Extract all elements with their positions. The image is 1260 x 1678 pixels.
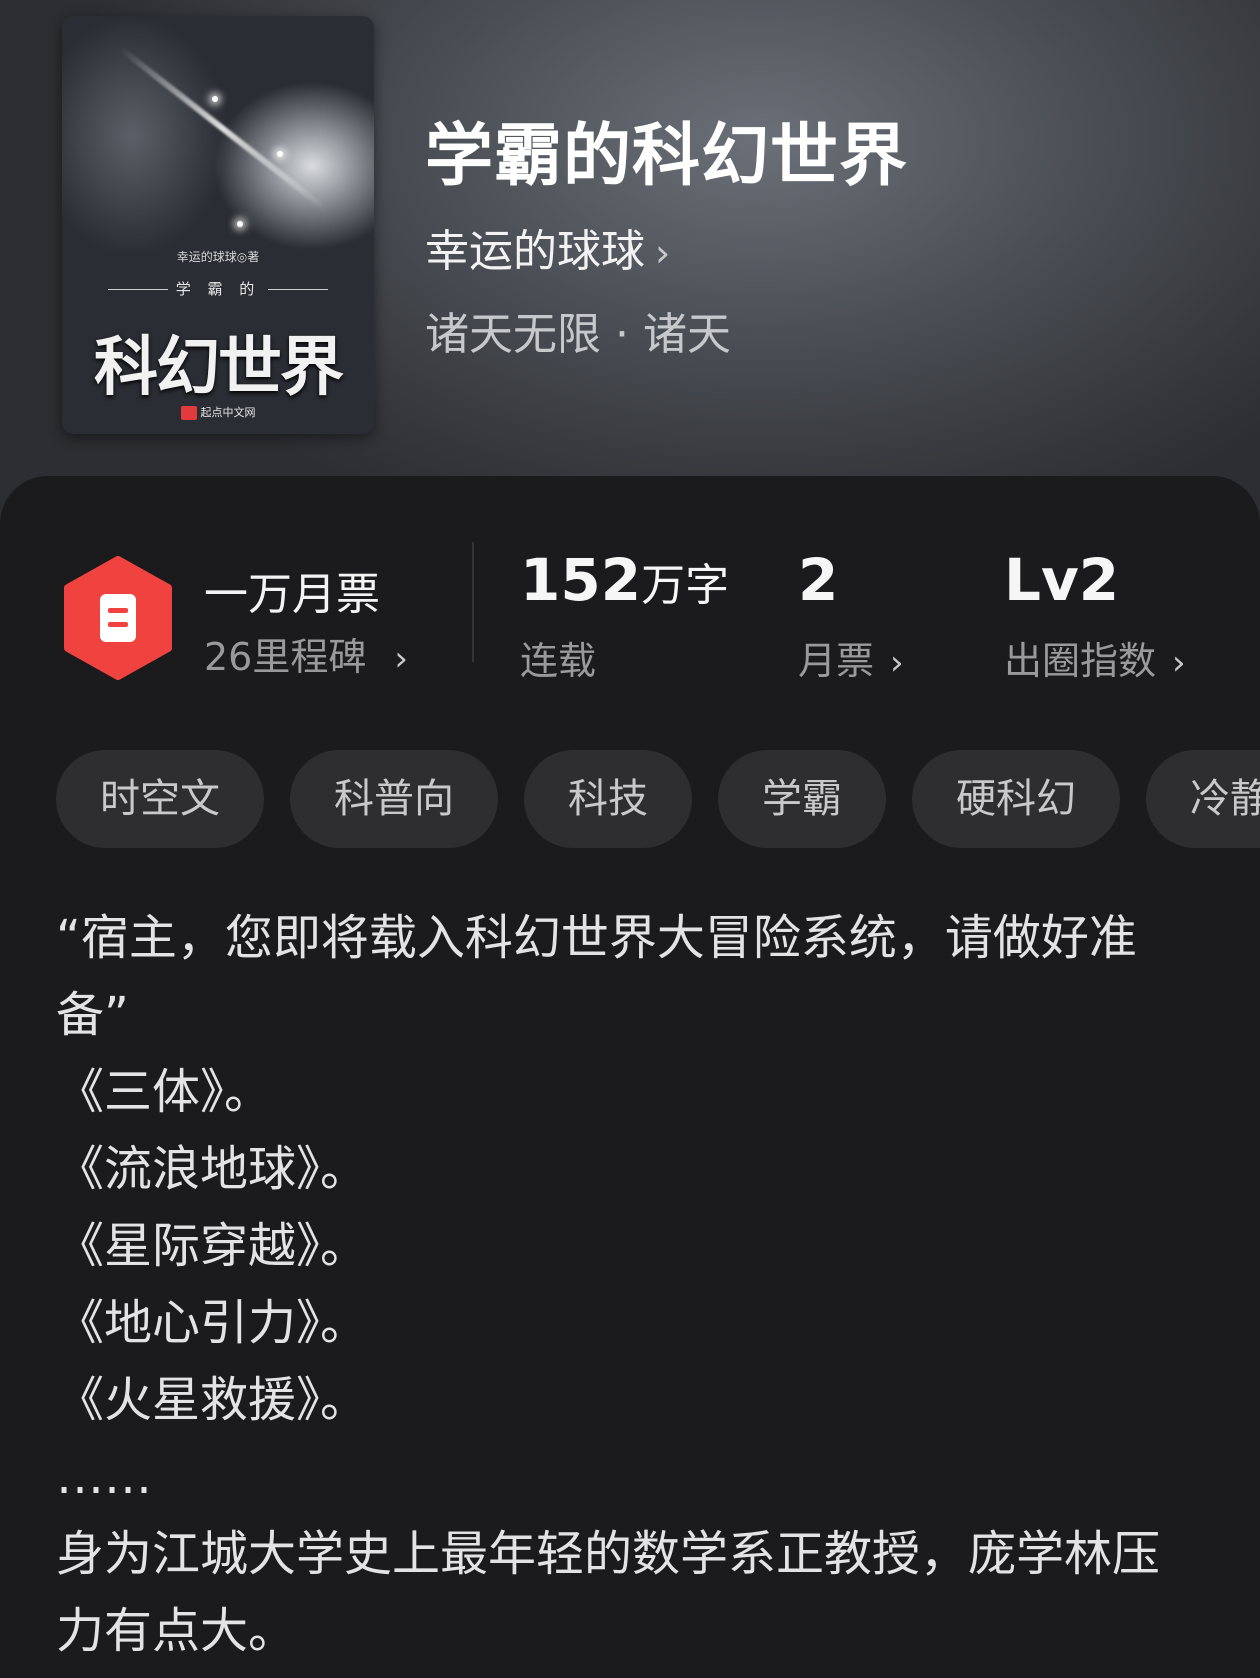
honor-sub-text: 26里程碑: [204, 635, 367, 679]
synopsis[interactable]: “宿主，您即将载入科幻世界大冒险系统，请做好准备” 《三体》。 《流浪地球》。 …: [56, 900, 1206, 1670]
synopsis-line: 《地心引力》。: [56, 1295, 369, 1351]
cover-star: [277, 151, 283, 157]
word-count-value: 152: [520, 546, 642, 614]
word-count-unit: 万字: [641, 560, 730, 611]
genre-separator: ·: [615, 309, 629, 360]
honor-title[interactable]: 一万月票: [204, 558, 380, 622]
cover-star: [237, 221, 243, 227]
tag-chip[interactable]: 硬科幻: [912, 750, 1120, 848]
cover-light-beam: [118, 46, 327, 211]
synopsis-line: 《三体》。: [56, 1064, 273, 1120]
stat-divider: [472, 542, 474, 662]
genre-subcategory: 诸天: [643, 309, 731, 360]
monthly-ticket-count: 2: [798, 546, 839, 614]
synopsis-line: 身为江城大学史上最年轻的数学系正教授，庞学林压力有点大。: [56, 1526, 1161, 1659]
book-cover[interactable]: 幸运的球球◎著 学 霸 的 科幻世界 起点中文网: [62, 16, 374, 434]
chevron-right-icon: ›: [1172, 643, 1186, 683]
book-title: 学霸的科幻世界: [425, 116, 909, 196]
synopsis-line: ……: [56, 1449, 152, 1505]
tag-chip[interactable]: 冷静: [1146, 750, 1260, 848]
monthly-ticket-link[interactable]: 月票 ›: [798, 630, 904, 685]
tag-chip[interactable]: 时空文: [56, 750, 264, 848]
chevron-right-icon: ›: [655, 231, 671, 275]
tag-list: 时空文 科普向 科技 学霸 硬科幻 冷静: [56, 750, 1260, 848]
synopsis-line: 《火星救援》。: [56, 1372, 369, 1428]
synopsis-line: 《星际穿越》。: [56, 1218, 369, 1274]
cover-publisher: 起点中文网: [62, 404, 374, 420]
tag-chip[interactable]: 学霸: [718, 750, 886, 848]
synopsis-line: 《流浪地球》。: [56, 1141, 369, 1197]
cover-star: [212, 96, 218, 102]
cover-title: 科幻世界: [94, 330, 344, 405]
word-count: 152万字: [520, 546, 729, 614]
popularity-label: 出圈指数: [1004, 639, 1157, 683]
tag-chip[interactable]: 科普向: [290, 750, 498, 848]
ticket-badge-icon[interactable]: [62, 556, 174, 680]
serial-status: 连载: [520, 639, 597, 683]
publisher-name: 起点中文网: [200, 406, 256, 419]
genre-category: 诸天无限: [425, 309, 601, 360]
author-name: 幸运的球球: [425, 226, 645, 277]
tag-chip[interactable]: 科技: [524, 750, 692, 848]
cover-author: 幸运的球球◎著: [176, 250, 260, 264]
synopsis-line: “宿主，您即将载入科幻世界大冒险系统，请做好准备”: [56, 910, 1137, 1043]
cover-subtitle: 学 霸 的: [62, 278, 374, 299]
popularity-level: Lv2: [1004, 546, 1120, 614]
chevron-right-icon: ›: [394, 639, 408, 679]
honor-milestone[interactable]: 26里程碑 ›: [204, 626, 408, 681]
monthly-ticket-label: 月票: [798, 639, 875, 683]
popularity-link[interactable]: 出圈指数 ›: [1004, 630, 1186, 685]
chevron-right-icon: ›: [890, 643, 904, 683]
author-link[interactable]: 幸运的球球 ›: [425, 215, 670, 279]
genre-line: 诸天无限 · 诸天: [425, 298, 731, 362]
publisher-logo-icon: [180, 406, 197, 420]
